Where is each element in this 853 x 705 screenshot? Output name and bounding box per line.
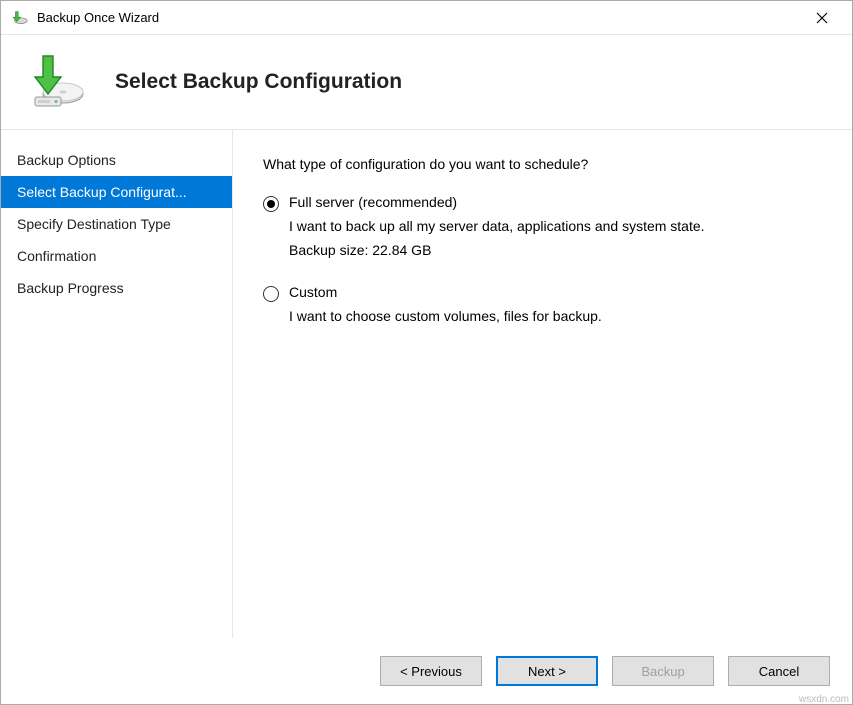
- option-description: I want to choose custom volumes, files f…: [289, 308, 602, 324]
- sidebar-item-select-backup-configuration[interactable]: Select Backup Configurat...: [1, 176, 232, 208]
- cancel-button[interactable]: Cancel: [728, 656, 830, 686]
- close-button[interactable]: [802, 3, 842, 33]
- radio-full-server[interactable]: [263, 196, 279, 212]
- previous-button[interactable]: < Previous: [380, 656, 482, 686]
- titlebar: Backup Once Wizard: [1, 1, 852, 35]
- backup-disk-arrow-icon: [25, 52, 85, 112]
- radio-custom[interactable]: [263, 286, 279, 302]
- option-label: Full server (recommended): [289, 194, 705, 210]
- watermark: wsxdn.com: [799, 694, 849, 705]
- wizard-steps-sidebar: Backup Options Select Backup Configurat.…: [1, 130, 233, 638]
- sidebar-item-backup-options[interactable]: Backup Options: [1, 144, 232, 176]
- wizard-content: What type of configuration do you want t…: [233, 130, 852, 638]
- configuration-question: What type of configuration do you want t…: [263, 156, 832, 172]
- option-full-server[interactable]: Full server (recommended) I want to back…: [263, 194, 832, 258]
- option-description: I want to back up all my server data, ap…: [289, 218, 705, 234]
- window-title: Backup Once Wizard: [37, 10, 802, 25]
- wizard-footer: < Previous Next > Backup Cancel: [1, 638, 852, 704]
- wizard-body: Backup Options Select Backup Configurat.…: [1, 130, 852, 638]
- sidebar-item-specify-destination-type[interactable]: Specify Destination Type: [1, 208, 232, 240]
- option-custom[interactable]: Custom I want to choose custom volumes, …: [263, 284, 832, 324]
- sidebar-item-backup-progress[interactable]: Backup Progress: [1, 272, 232, 304]
- backup-disk-arrow-icon: [11, 9, 29, 27]
- backup-size: Backup size: 22.84 GB: [289, 242, 705, 258]
- wizard-header: Select Backup Configuration: [1, 35, 852, 130]
- option-label: Custom: [289, 284, 602, 300]
- sidebar-item-confirmation[interactable]: Confirmation: [1, 240, 232, 272]
- page-title: Select Backup Configuration: [115, 70, 402, 94]
- wizard-window: Backup Once Wizard Select Backup Configu…: [0, 0, 853, 705]
- backup-button: Backup: [612, 656, 714, 686]
- next-button[interactable]: Next >: [496, 656, 598, 686]
